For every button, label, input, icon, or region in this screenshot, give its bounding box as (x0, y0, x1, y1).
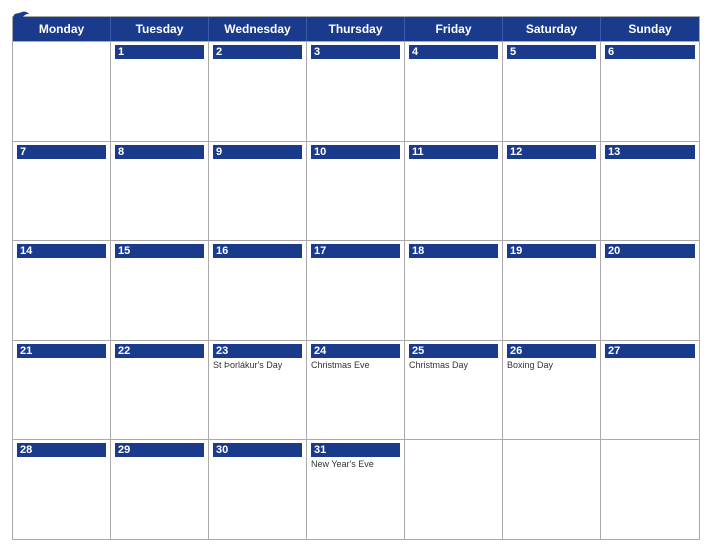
day-header-friday: Friday (405, 17, 503, 41)
day-cell: 22 (111, 341, 209, 440)
day-cell: 6 (601, 42, 699, 141)
day-cell: 11 (405, 142, 503, 241)
logo-bird-icon (12, 10, 30, 24)
day-cell (13, 42, 111, 141)
day-number: 7 (17, 145, 106, 159)
day-number: 8 (115, 145, 204, 159)
weeks-container: 1234567891011121314151617181920212223St … (13, 41, 699, 539)
day-number: 23 (213, 344, 302, 358)
day-number: 3 (311, 45, 400, 59)
week-row-5: 28 29 30 31 New Year's Eve (13, 439, 699, 539)
day-cell (405, 440, 503, 539)
day-cell: 2 (209, 42, 307, 141)
day-cell: 24 Christmas Eve (307, 341, 405, 440)
day-number: 29 (115, 443, 204, 457)
logo-blue-text (12, 10, 32, 24)
day-cell: 16 (209, 241, 307, 340)
day-cell: 26 Boxing Day (503, 341, 601, 440)
day-cell: 20 (601, 241, 699, 340)
day-number: 28 (17, 443, 106, 457)
day-cell: 29 (111, 440, 209, 539)
day-number: 22 (115, 344, 204, 358)
day-number: 10 (311, 145, 400, 159)
day-cell: 28 (13, 440, 111, 539)
holiday-name: St Þorlákur's Day (213, 360, 302, 371)
day-header-wednesday: Wednesday (209, 17, 307, 41)
day-cell: 5 (503, 42, 601, 141)
day-number: 11 (409, 145, 498, 159)
day-cell: 19 (503, 241, 601, 340)
day-number: 26 (507, 344, 596, 358)
day-number: 17 (311, 244, 400, 258)
day-header-sunday: Sunday (601, 17, 699, 41)
holiday-name: Christmas Eve (311, 360, 400, 371)
day-number: 25 (409, 344, 498, 358)
day-cell: 3 (307, 42, 405, 141)
day-cell: 7 (13, 142, 111, 241)
day-number: 5 (507, 45, 596, 59)
day-cell (601, 440, 699, 539)
day-cell: 9 (209, 142, 307, 241)
day-cell (503, 440, 601, 539)
day-number: 24 (311, 344, 400, 358)
week-row-2: 789 10 11 12 13 (13, 141, 699, 241)
day-cell: 17 (307, 241, 405, 340)
day-number: 30 (213, 443, 302, 457)
week-row-3: 14 15 16 17 18 19 20 (13, 240, 699, 340)
holiday-name: Boxing Day (507, 360, 596, 371)
day-number: 16 (213, 244, 302, 258)
day-cell: 18 (405, 241, 503, 340)
day-number: 21 (17, 344, 106, 358)
day-header-saturday: Saturday (503, 17, 601, 41)
day-cell: 14 (13, 241, 111, 340)
day-number: 4 (409, 45, 498, 59)
day-cell: 31 New Year's Eve (307, 440, 405, 539)
day-number: 31 (311, 443, 400, 457)
day-cell: 8 (111, 142, 209, 241)
day-number: 2 (213, 45, 302, 59)
week-row-1: 123456 (13, 41, 699, 141)
day-header-thursday: Thursday (307, 17, 405, 41)
holiday-name: Christmas Day (409, 360, 498, 371)
day-number: 27 (605, 344, 695, 358)
week-row-4: 21 22 23 St Þorlákur's Day 24 Christmas Eve 25… (13, 340, 699, 440)
day-cell: 23 St Þorlákur's Day (209, 341, 307, 440)
day-cell: 25 Christmas Day (405, 341, 503, 440)
day-number: 9 (213, 145, 302, 159)
day-header-tuesday: Tuesday (111, 17, 209, 41)
day-number: 1 (115, 45, 204, 59)
day-number: 20 (605, 244, 695, 258)
day-cell: 15 (111, 241, 209, 340)
logo (12, 10, 32, 24)
calendar-grid: MondayTuesdayWednesdayThursdayFridaySatu… (12, 16, 700, 540)
day-cell: 27 (601, 341, 699, 440)
day-cell: 30 (209, 440, 307, 539)
calendar-container: MondayTuesdayWednesdayThursdayFridaySatu… (0, 0, 712, 550)
day-cell: 1 (111, 42, 209, 141)
day-number: 15 (115, 244, 204, 258)
day-number: 18 (409, 244, 498, 258)
day-cell: 21 (13, 341, 111, 440)
day-cell: 4 (405, 42, 503, 141)
day-number: 19 (507, 244, 596, 258)
day-number: 12 (507, 145, 596, 159)
day-number: 6 (605, 45, 695, 59)
day-headers-row: MondayTuesdayWednesdayThursdayFridaySatu… (13, 17, 699, 41)
day-cell: 13 (601, 142, 699, 241)
holiday-name: New Year's Eve (311, 459, 400, 470)
day-number: 13 (605, 145, 695, 159)
day-number: 14 (17, 244, 106, 258)
day-cell: 12 (503, 142, 601, 241)
day-cell: 10 (307, 142, 405, 241)
